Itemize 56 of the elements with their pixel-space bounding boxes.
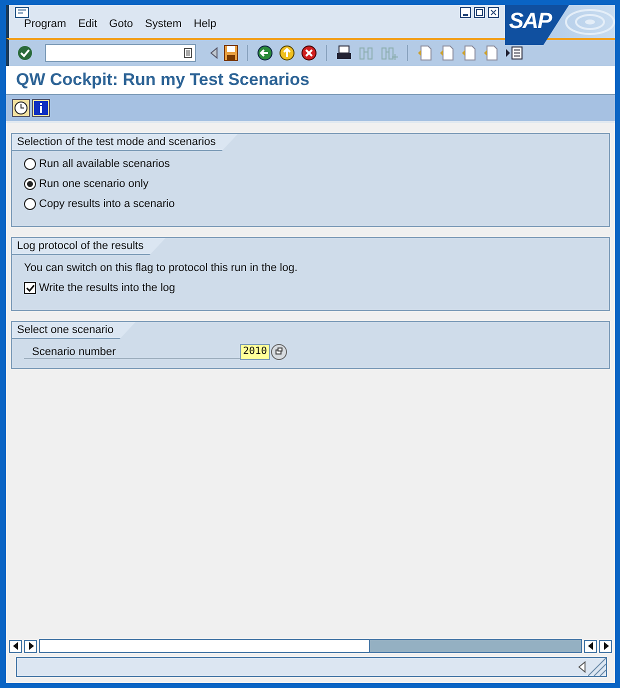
info-icon <box>34 101 48 115</box>
field-label: Scenario number <box>24 346 240 358</box>
group-title: Log protocol of the results <box>12 238 166 255</box>
minimize-icon[interactable] <box>460 7 471 18</box>
hint-text: You can switch on this flag to protocol this run in the log. <box>24 261 299 276</box>
scrollbar-track[interactable] <box>39 639 582 653</box>
radio-label: Copy results into a scenario <box>39 198 175 210</box>
radio-button[interactable] <box>24 178 36 190</box>
print-icon[interactable] <box>336 45 352 61</box>
clock-icon <box>14 101 28 115</box>
checkbox[interactable] <box>24 282 36 294</box>
menu-item[interactable]: Edit <box>78 18 98 30</box>
radio-button[interactable] <box>24 158 36 170</box>
resize-grip-icon[interactable] <box>588 658 606 676</box>
right-arrow-icon <box>28 642 34 650</box>
window-menu-icon[interactable] <box>15 7 29 18</box>
close-icon[interactable] <box>488 7 499 18</box>
group-title: Select one scenario <box>12 322 136 339</box>
page-icon[interactable] <box>417 45 433 61</box>
menu-item[interactable]: Help <box>194 18 216 30</box>
ripple-drawing <box>565 9 615 35</box>
radio-label: Run one scenario only <box>39 178 148 190</box>
menu-item[interactable]: Program <box>24 18 66 30</box>
info-button[interactable] <box>32 99 50 117</box>
page-icon[interactable] <box>483 45 499 61</box>
left-arrow-icon <box>588 642 594 650</box>
save-icon[interactable] <box>224 45 238 61</box>
triangle-icon[interactable] <box>210 47 218 59</box>
menu-item[interactable]: System <box>145 18 182 30</box>
command-field[interactable] <box>45 44 196 62</box>
scroll-left-button[interactable] <box>9 640 22 652</box>
logo: SAP <box>505 5 569 45</box>
scroll-right-button[interactable] <box>599 640 612 652</box>
page-icon[interactable] <box>439 45 455 61</box>
menu-item[interactable]: Goto <box>109 18 134 30</box>
enter-icon[interactable] <box>17 45 33 61</box>
execute-clock-button[interactable] <box>12 99 30 117</box>
screen-title: QW Cockpit: Run my Test Scenarios <box>16 70 310 90</box>
right-arrow-icon <box>602 642 608 650</box>
value-help-icon[interactable] <box>271 344 288 360</box>
input-field[interactable]: 2010 <box>240 344 270 360</box>
left-arrow-icon <box>12 642 18 650</box>
maximize-icon[interactable] <box>474 7 485 18</box>
history-icon[interactable] <box>184 48 192 58</box>
triangle-icon[interactable] <box>578 661 586 673</box>
radio-button[interactable] <box>24 198 36 210</box>
radio-label: Run all available scenarios <box>39 158 170 170</box>
scrollbar-thumb[interactable] <box>369 640 581 652</box>
group-title: Selection of the test mode and scenarios <box>12 134 238 151</box>
checkbox-label: Write the results into the log <box>39 282 176 294</box>
back-icon[interactable] <box>257 45 273 61</box>
page-icon[interactable] <box>461 45 477 61</box>
layout-icon[interactable] <box>505 45 523 61</box>
cancel-icon[interactable] <box>301 45 317 61</box>
scroll-left-button[interactable] <box>584 640 597 652</box>
scroll-right-button[interactable] <box>24 640 37 652</box>
